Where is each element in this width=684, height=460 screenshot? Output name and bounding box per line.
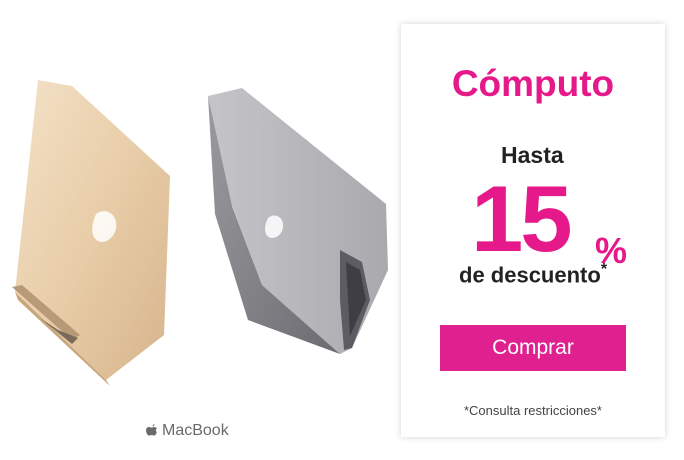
gold-macbook <box>12 80 170 386</box>
suffix-asterisk: * <box>600 261 608 278</box>
product-image-area: MacBook <box>0 0 400 460</box>
macbook-brand: MacBook <box>145 422 229 440</box>
discount-amount: 15 <box>471 166 573 271</box>
promo-prefix: Hasta <box>501 142 564 168</box>
apple-logo-icon <box>146 423 157 436</box>
macbook-image <box>12 80 388 386</box>
gray-macbook <box>208 88 388 354</box>
comprar-button[interactable]: Comprar <box>440 325 626 371</box>
brand-label: MacBook <box>162 422 229 439</box>
suffix-text: de descuento <box>459 262 601 288</box>
promo-card: Cómputo Hasta 15 % de descuento* Comprar… <box>401 24 665 437</box>
promo-suffix: de descuento* <box>459 261 607 288</box>
restrictions-note[interactable]: *Consulta restricciones* <box>401 403 665 418</box>
promo-title: Cómputo <box>451 63 615 104</box>
